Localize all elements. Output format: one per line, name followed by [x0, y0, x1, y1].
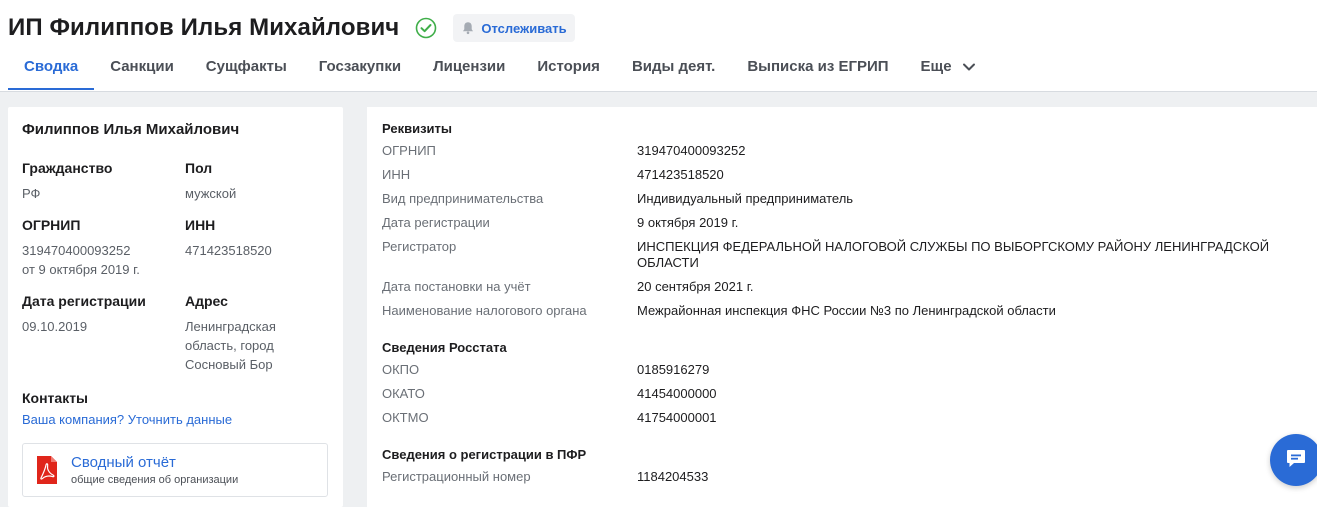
ogrnip-label: ОГРНИП	[22, 217, 81, 233]
track-button[interactable]: Отслеживать	[453, 14, 575, 42]
detail-row: ОКТМО 41754000001	[382, 410, 1317, 426]
citizenship-field: Гражданство РФ	[22, 160, 185, 203]
page-title: ИП Филиппов Илья Михайлович	[8, 14, 400, 41]
detail-value: Межрайонная инспекция ФНС России №3 по Л…	[637, 303, 1056, 318]
person-name: Филиппов Илья Михайлович	[22, 121, 240, 138]
detail-row: ОКАТО 41454000000	[382, 386, 1317, 402]
detail-key: ОГРНИП	[382, 143, 436, 158]
detail-key: Вид предпринимательства	[382, 191, 544, 206]
summary-grid: Гражданство РФ Пол мужской ОГРНИП 319470…	[22, 160, 329, 388]
address-field: Адрес Ленинградская область, город Сосно…	[185, 293, 335, 374]
detail-value: 20 сентября 2021 г.	[637, 279, 754, 294]
detail-value: ИНСПЕКЦИЯ ФЕДЕРАЛЬНОЙ НАЛОГОВОЙ СЛУЖБЫ П…	[637, 239, 1270, 270]
detail-row: Регистратор ИНСПЕКЦИЯ ФЕДЕРАЛЬНОЙ НАЛОГО…	[382, 239, 1317, 271]
pfr-title: Сведения о регистрации в ПФР	[382, 447, 587, 462]
detail-key: ОКАТО	[382, 386, 425, 401]
tab-egrip-extract[interactable]: Выписка из ЕГРИП	[731, 52, 904, 92]
detail-key: Наименование налогового органа	[382, 303, 587, 318]
address-line-2: область, город	[185, 338, 274, 353]
address-line-3: Сосновый Бор	[185, 357, 273, 372]
bell-icon	[461, 21, 475, 35]
detail-row: Наименование налогового органа Межрайонн…	[382, 303, 1317, 319]
citizenship-label: Гражданство	[22, 160, 113, 176]
detail-row: ОКПО 0185916279	[382, 362, 1317, 378]
detail-row: ОГРНИП 319470400093252	[382, 143, 1317, 159]
detail-row: Регистрационный номер 1184204533	[382, 469, 1317, 485]
check-circle-icon	[415, 17, 437, 39]
sex-value: мужской	[185, 186, 237, 201]
detail-key: Регистратор	[382, 239, 457, 254]
sex-field: Пол мужской	[185, 160, 335, 203]
detail-value: 9 октября 2019 г.	[637, 215, 739, 230]
tab-summary[interactable]: Сводка	[8, 52, 95, 92]
track-button-label: Отслеживать	[481, 20, 567, 36]
tab-bar: Сводка Санкции Сущфакты Госзакупки Лицен…	[8, 52, 992, 92]
tab-more[interactable]: Еще	[905, 52, 992, 92]
inn-label: ИНН	[185, 217, 216, 233]
requisites-title: Реквизиты	[382, 121, 452, 136]
detail-key: ИНН	[382, 167, 411, 182]
ogrnip-date: от 9 октября 2019 г.	[22, 262, 140, 277]
detail-value: 41754000001	[637, 410, 717, 425]
clarify-data-link[interactable]: Ваша компания? Уточнить данные	[22, 412, 329, 427]
detail-key: Дата постановки на учёт	[382, 279, 531, 294]
address-line-1: Ленинградская	[185, 319, 276, 334]
summary-report-button[interactable]: Сводный отчёт общие сведения об организа…	[22, 443, 328, 497]
contacts-title: Контакты	[22, 390, 89, 406]
tab-more-label: Еще	[920, 58, 952, 75]
rosstat-title: Сведения Росстата	[382, 340, 507, 355]
tab-history[interactable]: История	[521, 52, 616, 92]
chat-icon	[1285, 447, 1307, 474]
detail-key: Дата регистрации	[382, 215, 490, 230]
details-card: Реквизиты ОГРНИП 319470400093252 ИНН 471…	[367, 107, 1317, 507]
header: ИП Филиппов Илья Михайлович Отслеживать …	[0, 0, 1317, 92]
detail-key: Регистрационный номер	[382, 469, 531, 484]
title-row: ИП Филиппов Илья Михайлович Отслеживать	[8, 12, 575, 44]
chevron-down-icon	[962, 59, 976, 76]
detail-value: 0185916279	[637, 362, 710, 377]
detail-value: 41454000000	[637, 386, 717, 401]
detail-value: 319470400093252	[637, 143, 746, 158]
reg-date-label: Дата регистрации	[22, 293, 146, 309]
detail-key: ОКПО	[382, 362, 420, 377]
pdf-icon	[35, 455, 59, 485]
report-text: Сводный отчёт общие сведения об организа…	[71, 454, 238, 486]
citizenship-value: РФ	[22, 186, 41, 201]
ogrnip-field: ОГРНИП 319470400093252 от 9 октября 2019…	[22, 217, 185, 279]
inn-field: ИНН 471423518520	[185, 217, 335, 279]
tab-licenses[interactable]: Лицензии	[417, 52, 521, 92]
detail-row: ИНН 471423518520	[382, 167, 1317, 183]
sex-label: Пол	[185, 160, 213, 176]
tab-sanctions[interactable]: Санкции	[94, 52, 190, 92]
detail-value: 471423518520	[637, 167, 724, 182]
detail-key: ОКТМО	[382, 410, 429, 425]
tab-activities[interactable]: Виды деят.	[616, 52, 731, 92]
summary-card: Филиппов Илья Михайлович Гражданство РФ …	[8, 107, 343, 507]
address-label: Адрес	[185, 293, 228, 309]
inn-value: 471423518520	[185, 243, 272, 258]
detail-value: Индивидуальный предприниматель	[637, 191, 854, 206]
detail-row: Вид предпринимательства Индивидуальный п…	[382, 191, 1317, 207]
report-subtitle: общие сведения об организации	[71, 474, 239, 486]
detail-value: 1184204533	[637, 469, 709, 484]
detail-row: Дата регистрации 9 октября 2019 г.	[382, 215, 1317, 231]
tab-procurement[interactable]: Госзакупки	[303, 52, 417, 92]
reg-date-value: 09.10.2019	[22, 319, 88, 334]
tab-material-facts[interactable]: Сущфакты	[190, 52, 303, 92]
ogrnip-value: 319470400093252	[22, 243, 131, 258]
reg-date-field: Дата регистрации 09.10.2019	[22, 293, 185, 374]
chat-button[interactable]	[1270, 434, 1317, 486]
report-title: Сводный отчёт	[71, 454, 176, 471]
detail-row: Дата постановки на учёт 20 сентября 2021…	[382, 279, 1317, 295]
